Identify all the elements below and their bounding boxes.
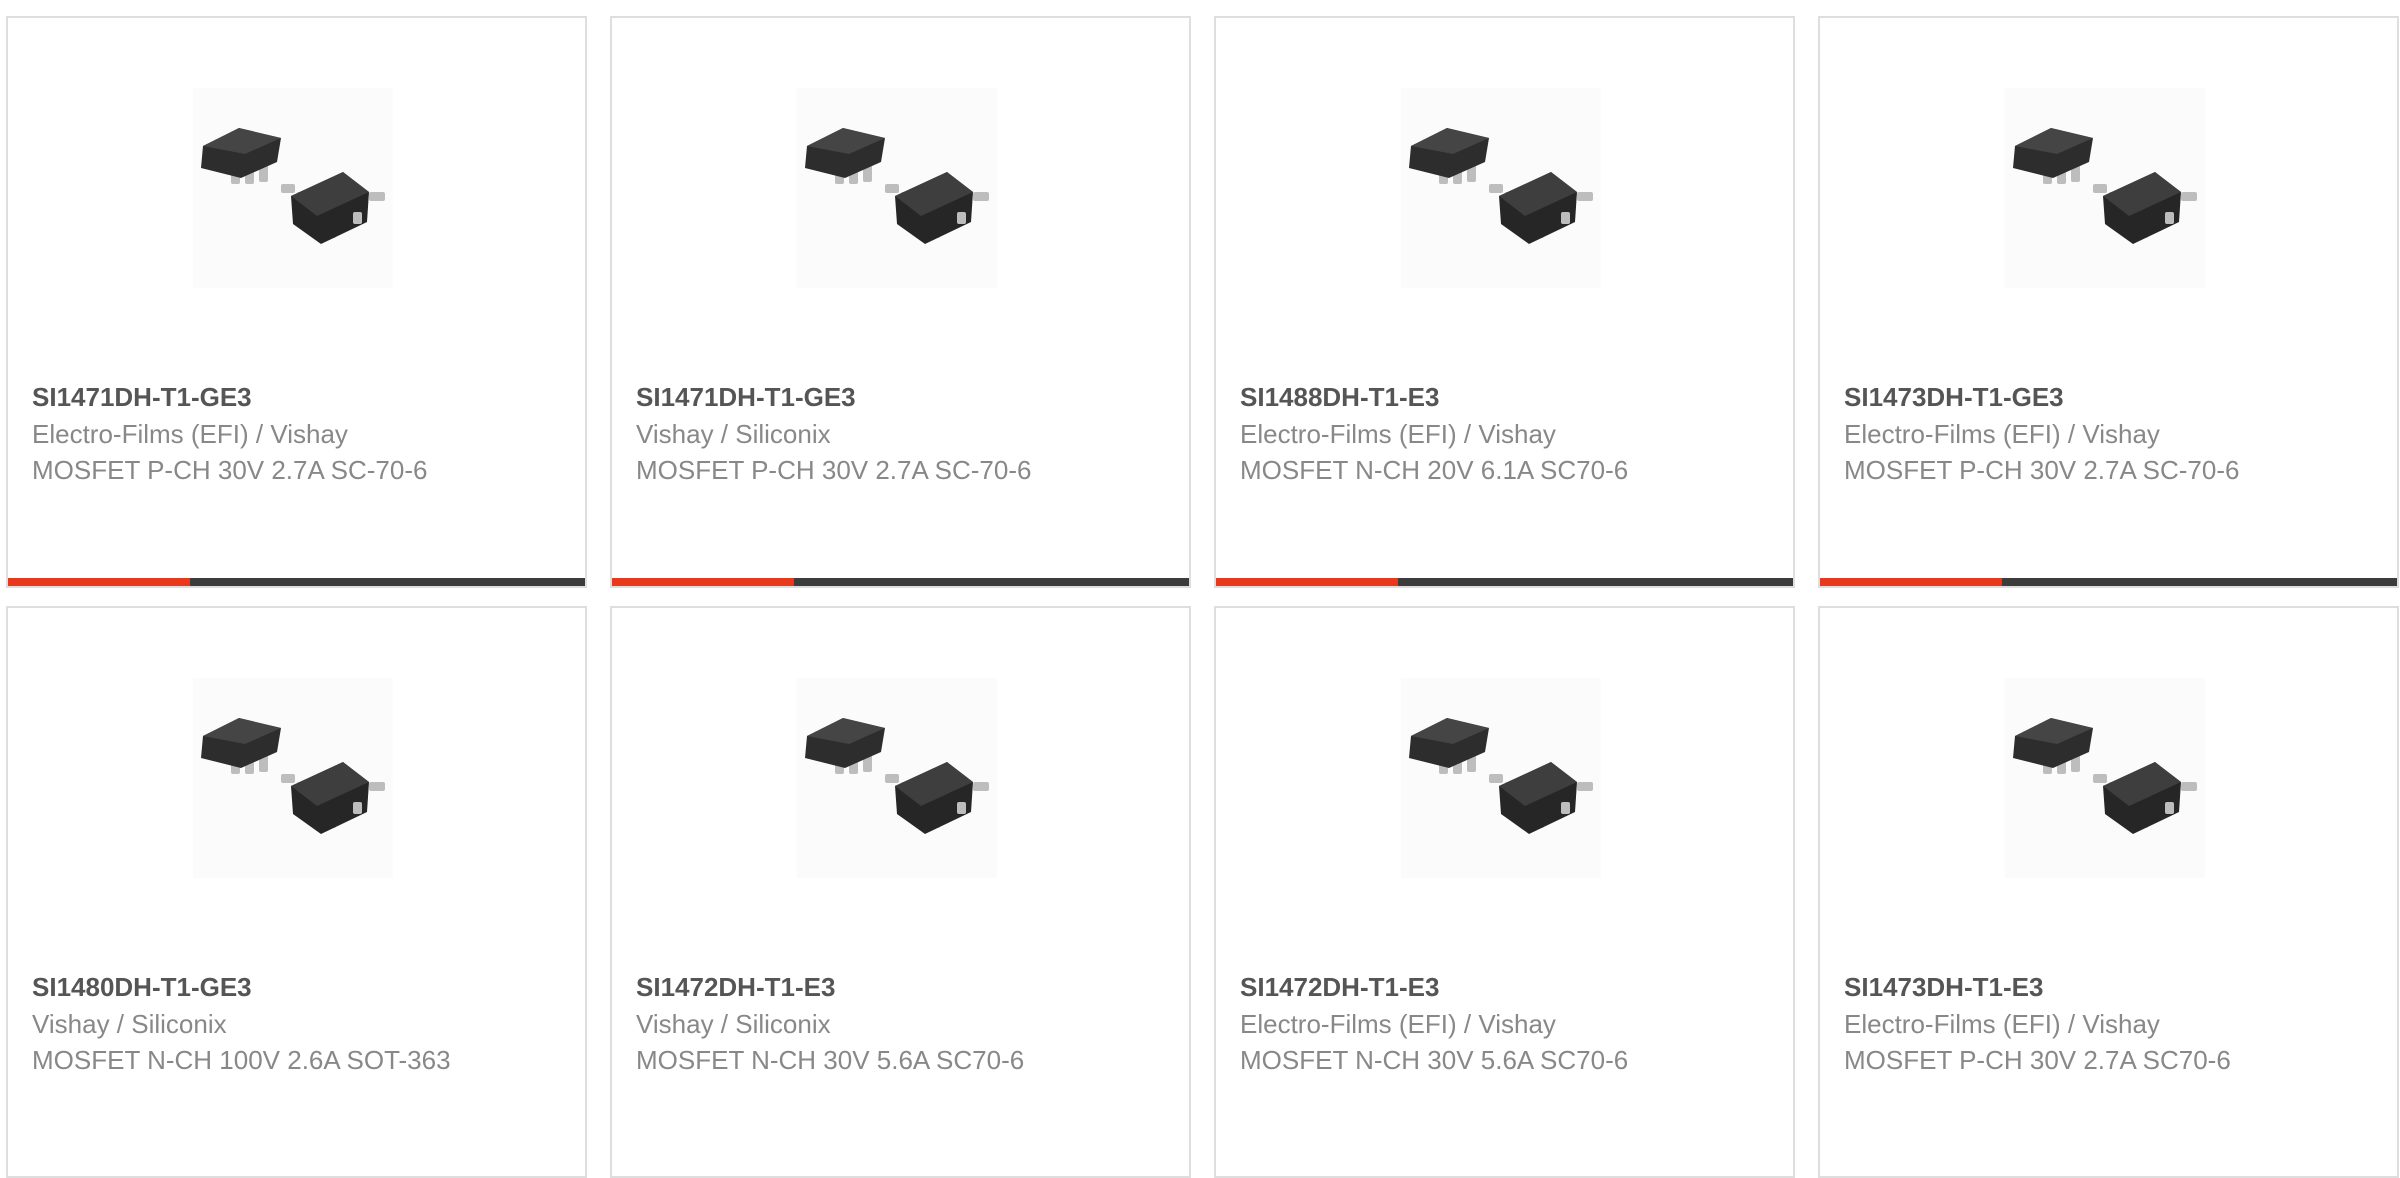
product-card[interactable]: SI1480DH-T1-GE3 Vishay / Siliconix MOSFE… — [6, 606, 587, 1178]
part-number-link[interactable]: SI1488DH-T1-E3 — [1240, 378, 1680, 416]
product-card[interactable]: SI1473DH-T1-E3 Electro-Films (EFI) / Vis… — [1818, 606, 2399, 1178]
sc70-6-chip-image — [1409, 718, 1593, 834]
product-card[interactable]: SI1472DH-T1-E3 Electro-Films (EFI) / Vis… — [1214, 606, 1795, 1178]
card-footer-bar — [1216, 578, 1793, 586]
sc70-6-chip-image — [1409, 128, 1593, 244]
sc70-6-chip-image — [201, 718, 385, 834]
manufacturer-text: Electro-Films (EFI) / Vishay — [32, 419, 348, 449]
sc70-6-chip-image — [201, 128, 385, 244]
card-footer-bar — [612, 578, 1189, 586]
manufacturer-text: Vishay / Siliconix — [32, 1009, 227, 1039]
manufacturer-text: Electro-Films (EFI) / Vishay — [1240, 1009, 1556, 1039]
part-number-link[interactable]: SI1471DH-T1-GE3 — [636, 378, 1076, 416]
part-number-link[interactable]: SI1472DH-T1-E3 — [1240, 968, 1680, 1006]
product-image — [2005, 88, 2205, 288]
product-card[interactable]: SI1471DH-T1-GE3 Electro-Films (EFI) / Vi… — [6, 16, 587, 588]
sc70-6-chip-image — [805, 718, 989, 834]
product-card[interactable]: SI1488DH-T1-E3 Electro-Films (EFI) / Vis… — [1214, 16, 1795, 588]
description-text: MOSFET P-CH 30V 2.7A SC-70-6 — [636, 455, 1032, 485]
card-accent-bar — [612, 578, 794, 586]
card-accent-bar — [1216, 578, 1398, 586]
part-number-link[interactable]: SI1480DH-T1-GE3 — [32, 968, 472, 1006]
sc70-6-chip-image — [2013, 128, 2197, 244]
manufacturer-text: Vishay / Siliconix — [636, 419, 831, 449]
card-footer-bar — [1820, 578, 2397, 586]
part-number-link[interactable]: SI1473DH-T1-GE3 — [1844, 378, 2284, 416]
product-image — [193, 678, 393, 878]
product-grid: SI1471DH-T1-GE3 Electro-Films (EFI) / Vi… — [0, 0, 2400, 1178]
description-text: MOSFET P-CH 30V 2.7A SC-70-6 — [32, 455, 428, 485]
part-number-link[interactable]: SI1473DH-T1-E3 — [1844, 968, 2284, 1006]
card-footer-bar — [8, 578, 585, 586]
sc70-6-chip-image — [2013, 718, 2197, 834]
description-text: MOSFET N-CH 100V 2.6A SOT-363 — [32, 1045, 451, 1075]
manufacturer-text: Electro-Films (EFI) / Vishay — [1844, 419, 2160, 449]
manufacturer-text: Electro-Films (EFI) / Vishay — [1240, 419, 1556, 449]
product-card[interactable]: SI1472DH-T1-E3 Vishay / Siliconix MOSFET… — [610, 606, 1191, 1178]
product-image — [1401, 88, 1601, 288]
part-number-link[interactable]: SI1472DH-T1-E3 — [636, 968, 1076, 1006]
description-text: MOSFET N-CH 30V 5.6A SC70-6 — [636, 1045, 1025, 1075]
product-image — [2005, 678, 2205, 878]
product-image — [797, 678, 997, 878]
product-card[interactable]: SI1471DH-T1-GE3 Vishay / Siliconix MOSFE… — [610, 16, 1191, 588]
manufacturer-text: Electro-Films (EFI) / Vishay — [1844, 1009, 2160, 1039]
description-text: MOSFET P-CH 30V 2.7A SC-70-6 — [1844, 455, 2240, 485]
card-accent-bar — [1820, 578, 2002, 586]
description-text: MOSFET P-CH 30V 2.7A SC70-6 — [1844, 1045, 2231, 1075]
product-image — [1401, 678, 1601, 878]
part-number-link[interactable]: SI1471DH-T1-GE3 — [32, 378, 472, 416]
sc70-6-chip-image — [805, 128, 989, 244]
card-accent-bar — [8, 578, 190, 586]
product-image — [193, 88, 393, 288]
product-card[interactable]: SI1473DH-T1-GE3 Electro-Films (EFI) / Vi… — [1818, 16, 2399, 588]
manufacturer-text: Vishay / Siliconix — [636, 1009, 831, 1039]
description-text: MOSFET N-CH 30V 5.6A SC70-6 — [1240, 1045, 1629, 1075]
description-text: MOSFET N-CH 20V 6.1A SC70-6 — [1240, 455, 1629, 485]
product-image — [797, 88, 997, 288]
